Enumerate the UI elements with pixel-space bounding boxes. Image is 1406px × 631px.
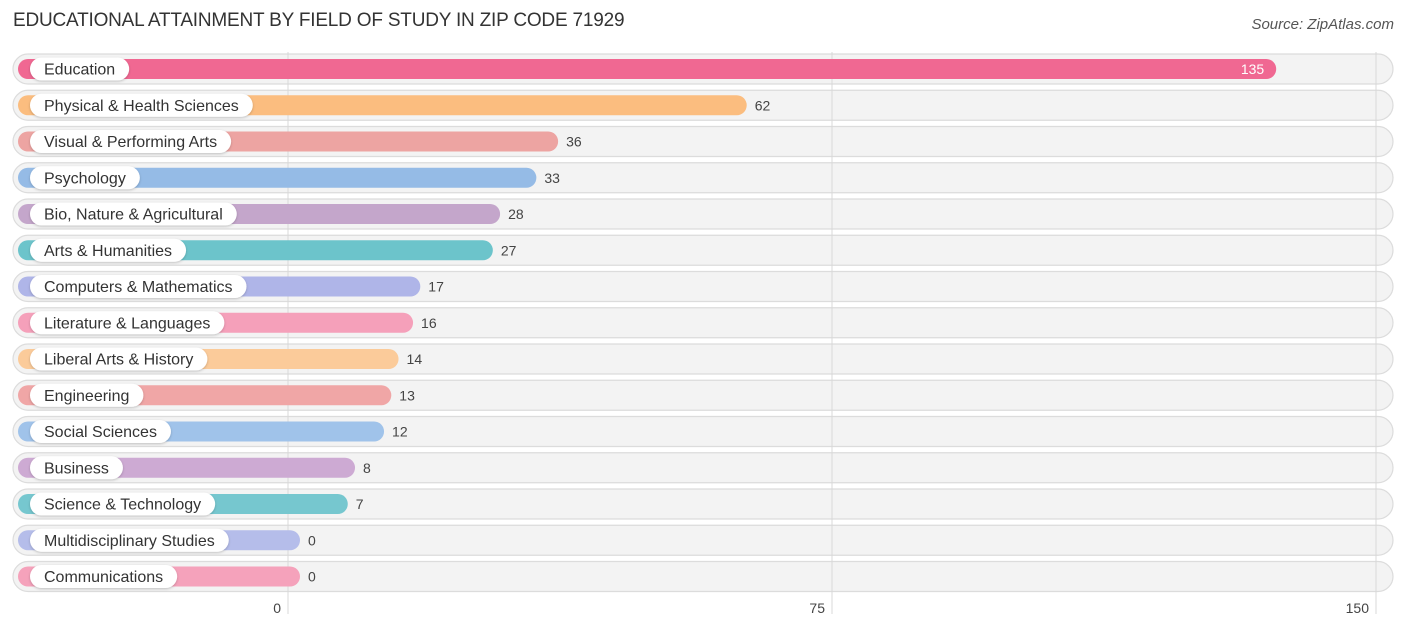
value-label: 62	[755, 97, 771, 113]
bar-row: Multidisciplinary Studies 0	[18, 528, 316, 552]
bar-row: Communications 0	[18, 565, 316, 588]
bar[interactable]	[18, 59, 1277, 79]
x-tick-label: 0	[273, 600, 281, 616]
category-label: Science & Technology	[44, 497, 201, 514]
value-label: 17	[428, 279, 444, 295]
value-label: 27	[501, 242, 517, 258]
category-label: Arts & Humanities	[44, 243, 172, 260]
bar-row: Literature & Languages 16	[18, 311, 437, 335]
value-label: 135	[1241, 61, 1265, 77]
value-label: 14	[407, 351, 423, 367]
bar-row: Liberal Arts & History 14	[18, 347, 423, 371]
value-label: 36	[566, 134, 582, 150]
category-label: Computers & Mathematics	[44, 279, 233, 296]
value-label: 28	[508, 206, 524, 222]
bar-row: Business 8	[18, 456, 371, 480]
bar-row: Physical & Health Sciences 62	[18, 93, 771, 117]
category-label: Multidisciplinary Studies	[44, 533, 215, 550]
category-label: Psychology	[44, 170, 126, 187]
bar-row: Computers & Mathematics 17	[18, 275, 444, 298]
bar-row: Social Sciences 12	[18, 420, 408, 443]
category-label: Literature & Languages	[44, 315, 210, 332]
category-label: Business	[44, 460, 109, 477]
category-label: Communications	[44, 569, 163, 586]
bar-row: Bio, Nature & Agricultural 28	[18, 202, 524, 226]
x-tick-label: 75	[809, 600, 825, 616]
value-label: 33	[544, 170, 560, 186]
value-label: 8	[363, 460, 371, 476]
category-label: Visual & Performing Arts	[44, 134, 217, 151]
bar-row: Engineering 13	[18, 383, 415, 407]
bar-row: Visual & Performing Arts 36	[18, 130, 582, 153]
bar-row: Science & Technology 7	[18, 492, 364, 516]
category-label: Engineering	[44, 388, 129, 405]
bar-row: Education 135	[18, 57, 1277, 81]
bar-row: Arts & Humanities 27	[18, 238, 517, 262]
category-label: Social Sciences	[44, 424, 157, 441]
category-label: Liberal Arts & History	[44, 352, 193, 369]
category-label: Physical & Health Sciences	[44, 98, 239, 115]
value-label: 0	[308, 569, 316, 585]
value-label: 7	[356, 496, 364, 512]
value-label: 13	[399, 387, 415, 403]
bar-row: Psychology 33	[18, 166, 560, 190]
value-label: 16	[421, 315, 437, 331]
category-label: Education	[44, 62, 115, 79]
bar-chart: Education 135 Physical & Health Sciences 62…	[12, 52, 1394, 616]
x-tick-label: 150	[1346, 600, 1370, 616]
value-label: 12	[392, 424, 408, 440]
category-label: Bio, Nature & Agricultural	[44, 207, 223, 224]
value-label: 0	[308, 532, 316, 548]
